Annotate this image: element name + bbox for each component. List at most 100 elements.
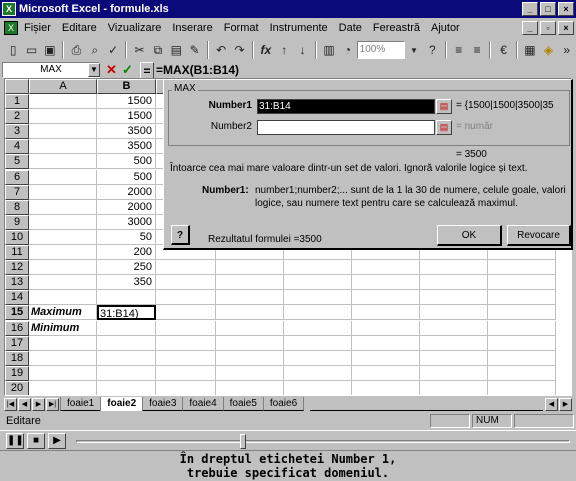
print-icon[interactable]: ⎙ [67,40,85,60]
fill-color-icon[interactable]: ◈ [539,40,557,60]
seek-track[interactable] [76,440,570,443]
number1-input[interactable]: 31:B14 [257,99,435,114]
table-cell[interactable] [420,350,488,366]
table-cell[interactable] [156,260,216,276]
menu-insert[interactable]: Inserare [172,22,212,34]
row-header[interactable]: 8 [5,199,29,215]
table-cell[interactable] [352,350,420,366]
row-header[interactable]: 13 [5,275,29,291]
doc-close-button[interactable]: × [558,21,574,35]
open-icon[interactable]: ▭ [22,40,40,60]
table-cell[interactable] [156,335,216,351]
table-cell[interactable] [29,154,97,170]
row-header[interactable]: 3 [5,124,29,140]
cut-icon[interactable]: ✂ [130,40,148,60]
menu-view[interactable]: Vizualizare [108,22,162,34]
table-cell[interactable] [156,305,216,321]
paste-icon[interactable]: ▤ [167,40,185,60]
table-cell[interactable] [97,365,156,381]
table-cell[interactable] [488,275,556,291]
help-button-icon[interactable]: ? [171,225,190,245]
table-cell[interactable] [29,380,97,395]
table-cell[interactable] [97,335,156,351]
table-cell[interactable] [488,290,556,306]
menu-data[interactable]: Date [339,22,362,34]
new-icon[interactable]: ▯ [4,40,22,60]
row-header[interactable]: 14 [5,290,29,306]
table-cell[interactable] [284,350,352,366]
table-cell[interactable] [420,260,488,276]
label-minimum[interactable]: Minimum [29,320,97,336]
table-cell[interactable] [352,320,420,336]
row-header[interactable]: 20 [5,380,29,395]
label-maximum[interactable]: Maximum [29,305,97,321]
table-cell[interactable] [29,260,97,276]
table-cell[interactable] [352,380,420,395]
collapse-dialog-icon[interactable]: ▤ [436,120,452,135]
table-cell[interactable] [216,365,284,381]
row-header[interactable]: 1 [5,94,29,110]
table-cell[interactable] [29,184,97,200]
row-header[interactable]: 2 [5,109,29,125]
sheet-tab[interactable]: foaie3 [142,397,183,411]
table-cell[interactable] [29,290,97,306]
doc-restore-button[interactable]: ▫ [540,21,556,35]
table-cell[interactable] [29,94,97,110]
table-cell[interactable]: 200 [97,245,156,261]
table-cell[interactable]: 500 [97,169,156,185]
table-cell[interactable]: 1500 [97,109,156,125]
next-sheet-icon[interactable]: ▶ [32,397,45,411]
table-cell[interactable] [284,365,352,381]
table-cell[interactable] [29,139,97,155]
table-cell[interactable] [156,290,216,306]
table-cell[interactable] [156,275,216,291]
number2-input[interactable] [257,120,435,135]
table-cell[interactable] [29,245,97,261]
drawing-icon[interactable]: ◔ [338,40,356,60]
table-cell[interactable] [420,290,488,306]
column-header[interactable]: B [97,79,156,94]
table-cell[interactable] [284,305,352,321]
help-icon[interactable]: ? [423,40,441,60]
table-cell[interactable]: 350 [97,275,156,291]
maximize-button[interactable]: □ [540,2,556,16]
table-cell[interactable] [284,320,352,336]
table-cell[interactable] [97,380,156,395]
borders-icon[interactable]: ▦ [521,40,539,60]
table-cell[interactable] [284,260,352,276]
euro-icon[interactable]: € [494,40,512,60]
table-cell[interactable] [97,290,156,306]
column-header[interactable]: A [29,79,97,94]
zoom-select[interactable]: 100% [356,41,405,59]
table-cell[interactable] [420,275,488,291]
table-cell[interactable]: 2000 [97,199,156,215]
table-cell[interactable] [420,380,488,395]
row-header[interactable]: 18 [5,350,29,366]
row-header[interactable]: 4 [5,139,29,155]
copy-icon[interactable]: ⧉ [149,40,167,60]
row-header[interactable]: 7 [5,184,29,200]
undo-icon[interactable]: ↶ [212,40,230,60]
table-cell[interactable] [420,320,488,336]
formula-input[interactable]: =MAX(B1:B14) [156,62,566,78]
table-cell[interactable]: 3000 [97,214,156,230]
first-sheet-icon[interactable]: |◀ [4,397,17,411]
row-header[interactable]: 15 [5,305,29,321]
sheet-tab[interactable]: foaie5 [222,397,263,411]
table-cell[interactable] [97,320,156,336]
table-cell[interactable] [29,229,97,245]
table-cell[interactable] [29,199,97,215]
name-box[interactable]: MAX [2,62,100,78]
table-cell[interactable] [284,290,352,306]
document-icon[interactable]: X [4,21,18,35]
table-cell[interactable] [284,380,352,395]
horizontal-scrollbar[interactable] [310,397,543,411]
cancel-entry-icon[interactable]: ✕ [106,62,120,78]
function-icon[interactable]: fx [257,40,275,60]
table-cell[interactable] [352,290,420,306]
table-cell[interactable] [156,320,216,336]
close-button[interactable]: × [558,2,574,16]
row-header[interactable]: 11 [5,245,29,261]
table-cell[interactable] [216,350,284,366]
row-header[interactable]: 10 [5,229,29,245]
